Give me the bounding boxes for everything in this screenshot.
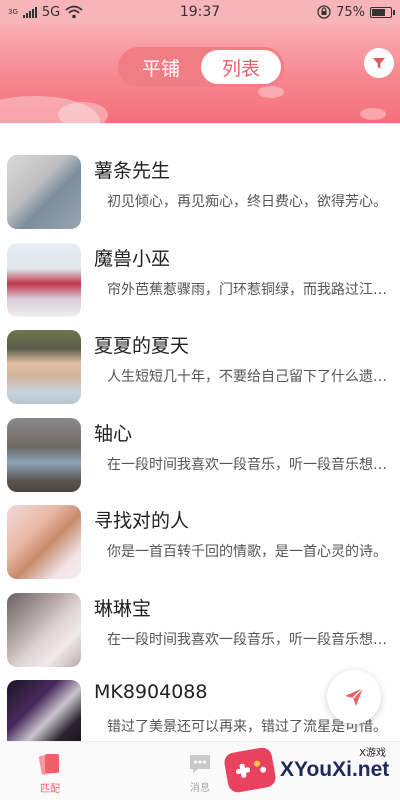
user-signature: 帘外芭蕉惹骤雨，门环惹铜绿，而我路过江南。	[107, 281, 393, 298]
user-signature: 人生短短几十年，不要给自己留下了什么遗憾。	[107, 369, 393, 385]
list-item[interactable]: 寻找对的人 你是一首百转千回的情歌，是一首心灵的诗。	[0, 473, 400, 579]
avatar[interactable]	[7, 680, 81, 741]
watermark: XYouXi.net X游戏	[222, 742, 396, 798]
cards-icon	[38, 754, 59, 775]
list-item[interactable]: 琳琳宝 在一段时间我喜欢一段音乐，听一段音乐想一个人。	[0, 561, 400, 667]
user-name: 轴心	[94, 422, 133, 445]
network-type: 5G	[41, 4, 61, 20]
user-name: MK8904088	[94, 681, 208, 703]
status-bar: 3G 5G 19:37 75%	[0, 0, 400, 24]
tab-tile[interactable]: 平铺	[121, 50, 201, 84]
status-right: 75%	[317, 4, 395, 20]
user-list: 薯条先生 初见倾心，再见痴心，终日费心，欲得芳心。 魔兽小巫 帘外芭蕉惹骤雨，门…	[0, 123, 400, 741]
header-cloud-decoration	[58, 102, 108, 123]
user-name: 薯条先生	[94, 160, 171, 182]
user-signature: 你是一首百转千回的情歌，是一首心灵的诗。	[107, 544, 387, 560]
signal-icon	[22, 6, 37, 18]
battery-percent: 75%	[336, 4, 365, 20]
user-name: 寻找对的人	[94, 510, 190, 532]
user-signature: 在一段时间我喜欢一段音乐，听一段音乐想一个人。	[107, 631, 393, 648]
send-button[interactable]	[327, 670, 381, 724]
user-signature: 初见倾心，再见痴心，终日费心，欲得芳心。	[107, 194, 387, 210]
tab-list[interactable]: 列表	[201, 50, 281, 84]
header-cloud-decoration	[258, 86, 284, 98]
message-icon	[190, 755, 210, 773]
list-item[interactable]: 夏夏的夏天 人生短短几十年，不要给自己留下了什么遗憾。	[0, 298, 400, 404]
list-item[interactable]: 薯条先生 初见倾心，再见痴心，终日费心，欲得芳心。	[0, 123, 400, 229]
list-item[interactable]: 轴心 在一段时间我喜欢一段音乐，听一段音乐想一个人。	[0, 386, 400, 492]
view-mode-toggle: 平铺 列表	[118, 47, 284, 87]
nav-label: 匹配	[40, 784, 60, 795]
nav-label: 消息	[190, 783, 210, 794]
header: 平铺 列表	[0, 24, 400, 123]
list-item[interactable]: 魔兽小巫 帘外芭蕉惹骤雨，门环惹铜绿，而我路过江南。	[0, 211, 400, 317]
user-name: 琳琳宝	[94, 597, 152, 620]
battery-fill	[372, 8, 385, 16]
status-left: 3G 5G	[8, 5, 83, 20]
filter-icon	[373, 58, 385, 69]
header-cloud-decoration	[360, 108, 386, 120]
carrier-badge: 3G	[8, 8, 18, 16]
watermark-logo-icon	[222, 746, 278, 794]
wifi-icon	[65, 5, 83, 19]
filter-button[interactable]	[364, 48, 394, 78]
battery-icon	[370, 6, 395, 18]
rotation-lock-icon	[317, 5, 331, 19]
user-name: 魔兽小巫	[94, 247, 171, 270]
paper-plane-icon	[345, 687, 364, 706]
watermark-text: XYouXi.net	[280, 758, 390, 781]
user-name: 夏夏的夏天	[94, 335, 190, 357]
user-signature: 在一段时间我喜欢一段音乐，听一段音乐想一个人。	[107, 456, 393, 473]
nav-item-match[interactable]: 匹配	[10, 742, 90, 800]
watermark-small-text: X游戏	[359, 748, 386, 759]
